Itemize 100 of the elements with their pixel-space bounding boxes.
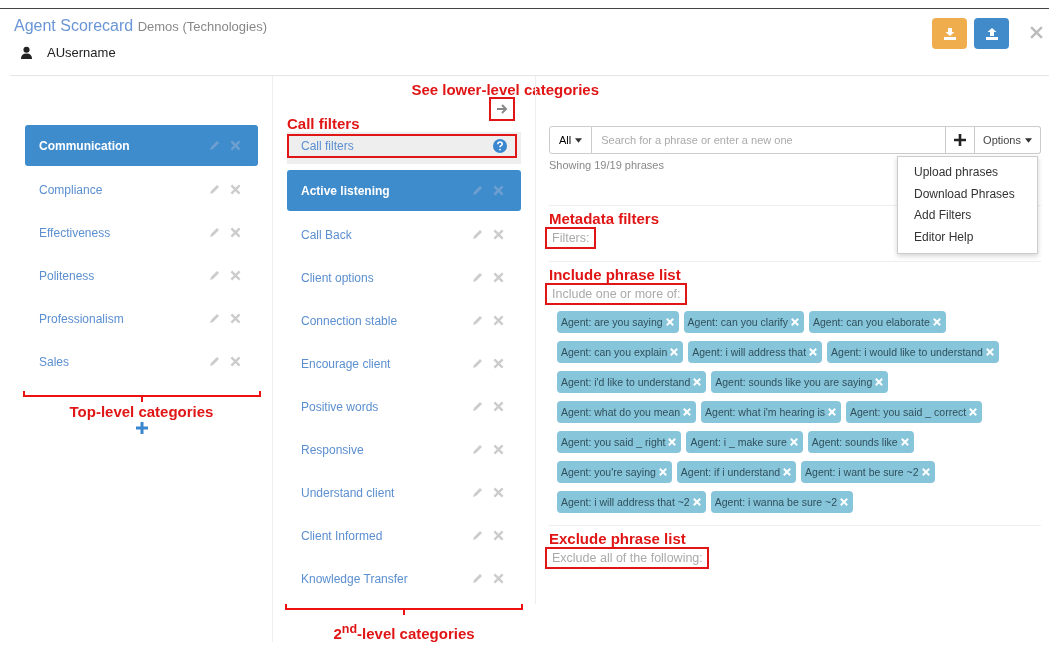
phrase-text: Agent: can you clarify xyxy=(687,316,788,328)
help-icon[interactable] xyxy=(493,139,507,153)
category-item[interactable]: Politeness xyxy=(25,254,258,297)
pencil-icon[interactable] xyxy=(208,355,220,368)
upload-button[interactable] xyxy=(974,18,1009,49)
delete-icon[interactable] xyxy=(493,487,504,498)
pencil-icon[interactable] xyxy=(471,486,483,499)
pencil-icon[interactable] xyxy=(208,269,220,282)
remove-icon[interactable] xyxy=(932,318,941,326)
remove-icon[interactable] xyxy=(670,348,679,356)
call-filters-label: Call filters xyxy=(301,139,354,153)
delete-icon[interactable] xyxy=(493,229,504,240)
phrase-text: Agent: i _ make sure xyxy=(690,436,787,448)
pencil-icon[interactable] xyxy=(208,226,220,239)
phrase-text: Agent: i'd like to understand xyxy=(561,376,691,388)
phrase-text: Agent: you're saying xyxy=(561,466,656,478)
menu-item[interactable]: Download Phrases xyxy=(898,183,1037,205)
pencil-icon[interactable] xyxy=(471,357,483,370)
delete-icon[interactable] xyxy=(230,313,241,324)
annotation-label: 2$^{nd}$-level categories xyxy=(333,622,475,642)
delete-icon[interactable] xyxy=(493,444,504,455)
delete-icon[interactable] xyxy=(230,140,241,151)
annotation-label: Top-level categories xyxy=(69,403,214,420)
remove-icon[interactable] xyxy=(789,438,798,446)
close-button[interactable] xyxy=(1030,26,1043,39)
app-title: Agent Scorecard xyxy=(14,17,134,34)
download-button[interactable] xyxy=(932,18,967,49)
annotation-label: Exclude phrase list xyxy=(549,530,686,547)
pencil-icon[interactable] xyxy=(471,271,483,284)
category-item[interactable]: Client Informed xyxy=(287,514,521,557)
category-item[interactable]: Sales xyxy=(25,340,258,383)
category-item[interactable]: Connection stable xyxy=(287,299,521,342)
remove-icon[interactable] xyxy=(875,378,884,386)
remove-icon[interactable] xyxy=(969,408,978,416)
pencil-icon[interactable] xyxy=(208,312,220,325)
pencil-icon[interactable] xyxy=(471,443,483,456)
app-subtitle: Demos (Technologies) xyxy=(137,19,267,34)
menu-item[interactable]: Upload phrases xyxy=(898,162,1037,184)
category-item[interactable]: Encourage client xyxy=(287,342,521,385)
menu-item[interactable]: Editor Help xyxy=(898,226,1037,248)
category-item[interactable]: Effectiveness xyxy=(25,211,258,254)
remove-icon[interactable] xyxy=(665,318,674,326)
remove-icon[interactable] xyxy=(658,468,667,476)
pencil-icon[interactable] xyxy=(471,529,483,542)
delete-icon[interactable] xyxy=(230,227,241,238)
category-item[interactable]: Communication xyxy=(25,125,258,166)
pencil-icon[interactable] xyxy=(471,400,483,413)
call-filters-row[interactable]: Call filters xyxy=(287,134,517,158)
delete-icon[interactable] xyxy=(493,401,504,412)
remove-icon[interactable] xyxy=(783,468,792,476)
add-phrase-button[interactable] xyxy=(946,126,976,154)
scope-dropdown[interactable]: All xyxy=(549,126,593,154)
next-level-button[interactable] xyxy=(489,97,515,121)
pencil-icon[interactable] xyxy=(471,228,483,241)
remove-icon[interactable] xyxy=(900,438,909,446)
category-item[interactable]: Client options xyxy=(287,256,521,299)
menu-item[interactable]: Add Filters xyxy=(898,205,1037,227)
delete-icon[interactable] xyxy=(493,272,504,283)
category-item[interactable]: Call Back xyxy=(287,213,521,256)
delete-icon[interactable] xyxy=(493,530,504,541)
category-item[interactable]: Responsive xyxy=(287,428,521,471)
category-item[interactable]: Professionalism xyxy=(25,297,258,340)
remove-icon[interactable] xyxy=(683,408,692,416)
delete-icon[interactable] xyxy=(230,184,241,195)
phrase-text: Agent: you said _ correct xyxy=(850,406,967,418)
remove-icon[interactable] xyxy=(809,348,818,356)
delete-icon[interactable] xyxy=(230,270,241,281)
category-item[interactable]: Active listening xyxy=(287,170,521,211)
remove-icon[interactable] xyxy=(921,468,930,476)
delete-icon[interactable] xyxy=(493,573,504,584)
add-icon[interactable] xyxy=(135,422,148,434)
pencil-icon[interactable] xyxy=(471,314,483,327)
category-item[interactable]: Positive words xyxy=(287,385,521,428)
remove-icon[interactable] xyxy=(790,318,799,326)
category-item[interactable]: Understand client xyxy=(287,471,521,514)
pencil-icon[interactable] xyxy=(208,139,220,152)
remove-icon[interactable] xyxy=(693,378,702,386)
remove-icon[interactable] xyxy=(668,438,677,446)
delete-icon[interactable] xyxy=(230,356,241,367)
remove-icon[interactable] xyxy=(985,348,994,356)
delete-icon[interactable] xyxy=(493,358,504,369)
phrase-text: Agent: can you explain xyxy=(561,346,668,358)
annotation-label: Call filters xyxy=(287,115,360,132)
pencil-icon[interactable] xyxy=(208,183,220,196)
delete-icon[interactable] xyxy=(493,185,504,196)
plus-icon xyxy=(954,134,967,146)
remove-icon[interactable] xyxy=(692,498,701,506)
exclude-label: Exclude all of the following: xyxy=(545,547,709,569)
remove-icon[interactable] xyxy=(828,408,836,416)
search-field[interactable]: Search for a phrase or enter a new one xyxy=(592,126,947,154)
caret-icon xyxy=(575,137,583,143)
delete-icon[interactable] xyxy=(493,315,504,326)
category-item[interactable]: Knowledge Transfer xyxy=(287,557,521,600)
pencil-icon[interactable] xyxy=(471,572,483,585)
options-dropdown[interactable]: Options xyxy=(975,126,1041,154)
pencil-icon[interactable] xyxy=(471,184,483,197)
remove-icon[interactable] xyxy=(840,498,848,506)
user-name: AUsername xyxy=(47,45,116,60)
category-item[interactable]: Compliance xyxy=(25,168,258,211)
phrase-text: Agent: what i'm hearing is xyxy=(705,406,825,418)
